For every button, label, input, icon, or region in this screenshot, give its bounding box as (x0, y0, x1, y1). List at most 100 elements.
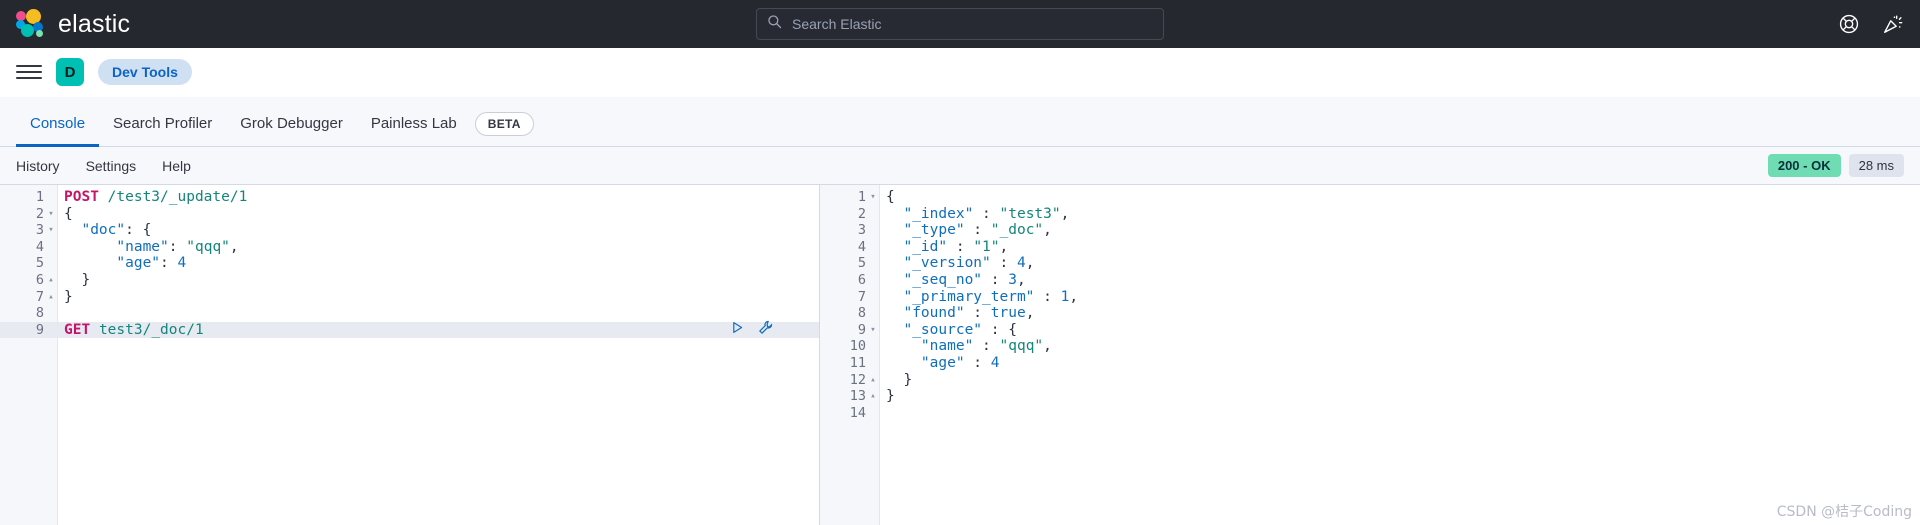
help-lifebuoy-icon[interactable] (1838, 13, 1860, 35)
console-toolbar: History Settings Help 200 - OK 28 ms (0, 147, 1920, 185)
fold-toggle-icon[interactable]: ▴ (44, 272, 58, 289)
line-number: 14 (849, 404, 866, 421)
code-text: "_source" : { (903, 321, 1017, 338)
code-line: 6 "_seq_no" : 3, (820, 272, 1920, 289)
code-text: "_id" : "1", (903, 238, 1009, 255)
code-text: } (64, 271, 91, 288)
request-editor-pane[interactable]: 1 POST /test3/_update/1 2 ▾ {3 ▾ "doc": {4 "n… (0, 185, 820, 525)
header-icon-group (1838, 13, 1904, 35)
tab-console[interactable]: Console (16, 115, 100, 147)
code-line: 3 ▾ "doc": { (0, 222, 819, 239)
history-link[interactable]: History (16, 158, 60, 174)
code-line: 6 ▴ } (0, 272, 819, 289)
tab-search-profiler[interactable]: Search Profiler (99, 115, 226, 146)
code-line: 7 "_primary_term" : 1, (820, 289, 1920, 306)
code-line: 13 ▴} (820, 388, 1920, 405)
code-text: } (886, 371, 913, 388)
line-number: 2 (857, 205, 866, 222)
code-text: } (886, 388, 895, 405)
help-link[interactable]: Help (162, 158, 191, 174)
line-number: 9 (35, 321, 44, 338)
line-number: 7 (857, 288, 866, 305)
code-line: 5 "_version" : 4, (820, 255, 1920, 272)
code-line: 8 (0, 305, 819, 322)
code-line: 11 "age" : 4 (820, 355, 1920, 372)
play-send-request-icon[interactable] (731, 321, 744, 339)
dev-tools-tab-bar: Console Search Profiler Grok Debugger Pa… (0, 97, 1920, 147)
line-number: 1 (857, 189, 866, 205)
code-line: 2 "_index" : "test3", (820, 206, 1920, 223)
line-number: 4 (35, 238, 44, 255)
response-viewer-pane[interactable]: 1 ▾{2 "_index" : "test3", 3 "_type" : "_do… (820, 185, 1920, 525)
response-code-area: 1 ▾{2 "_index" : "test3", 3 "_type" : "_do… (820, 185, 1920, 525)
request-code-area[interactable]: 1 POST /test3/_update/1 2 ▾ {3 ▾ "doc": {4 "n… (0, 185, 819, 525)
code-line: 5 "age": 4 (0, 255, 819, 272)
line-number: 5 (35, 255, 44, 272)
fold-toggle-icon[interactable]: ▾ (866, 189, 880, 206)
code-line: 8 "found" : true, (820, 305, 1920, 322)
wrench-settings-icon[interactable] (758, 320, 773, 340)
line-number: 4 (857, 238, 866, 255)
line-number: 3 (35, 222, 44, 239)
breadcrumb-dev-tools[interactable]: Dev Tools (98, 59, 192, 85)
beta-badge: BETA (474, 112, 534, 136)
code-text: "found" : true, (903, 305, 1035, 322)
tab-painless-lab[interactable]: Painless Lab (357, 115, 471, 146)
global-search[interactable]: Search Elastic (756, 8, 1164, 40)
code-text: "_version" : 4, (903, 255, 1035, 272)
breadcrumb-bar: D Dev Tools (0, 48, 1920, 97)
code-text: GET test3/_doc/1 (64, 321, 204, 338)
code-text: "_index" : "test3", (903, 205, 1070, 222)
line-number: 9 (857, 321, 866, 338)
code-text: { (886, 189, 895, 205)
code-line: 4 "name": "qqq", (0, 239, 819, 256)
code-text: POST /test3/_update/1 (64, 189, 248, 205)
fold-toggle-icon[interactable]: ▾ (44, 206, 58, 223)
search-input[interactable]: Search Elastic (792, 16, 881, 32)
code-line: 14 (820, 405, 1920, 422)
code-line: 12 ▴ } (820, 372, 1920, 389)
duration-badge: 28 ms (1848, 153, 1904, 178)
console-panes: 1 POST /test3/_update/1 2 ▾{3 ▾ "doc": {4 "n… (0, 185, 1920, 525)
elastic-logo-icon (16, 9, 46, 39)
code-line: 10 "name" : "qqq", (820, 338, 1920, 355)
watermark-text: CSDN @桔子Coding (1776, 504, 1912, 520)
line-number: 12 (849, 371, 866, 388)
code-text: "_seq_no" : 3, (903, 271, 1026, 288)
brand-area[interactable]: elastic (0, 9, 130, 39)
tab-grok-debugger[interactable]: Grok Debugger (226, 115, 357, 146)
fold-toggle-icon[interactable]: ▾ (44, 222, 58, 239)
code-text: "_primary_term" : 1, (903, 288, 1079, 305)
line-number: 1 (35, 189, 44, 205)
space-avatar[interactable]: D (56, 58, 84, 86)
fold-toggle-icon[interactable]: ▴ (44, 289, 58, 306)
code-line: 1 ▾ { (820, 189, 1920, 206)
fold-toggle-icon[interactable]: ▴ (866, 388, 880, 405)
line-number: 13 (849, 388, 866, 405)
code-line: 3 "_type" : "_doc", (820, 222, 1920, 239)
code-text: } (64, 288, 73, 305)
code-line: 4 "_id" : "1", (820, 239, 1920, 256)
code-line: 7 ▴} (0, 289, 819, 306)
response-status-group: 200 - OK 28 ms (1767, 153, 1904, 178)
fold-toggle-icon[interactable]: ▴ (866, 372, 880, 389)
code-line: 9 ▾ "_source" : { (820, 322, 1920, 339)
line-number: 8 (857, 305, 866, 322)
settings-link[interactable]: Settings (86, 158, 137, 174)
top-header-bar: elastic Search Elastic (0, 0, 1920, 48)
brand-name: elastic (58, 9, 131, 38)
code-text: "name": "qqq", (116, 238, 239, 255)
news-party-popper-icon[interactable] (1882, 13, 1904, 35)
hamburger-menu-icon[interactable] (16, 59, 42, 85)
fold-toggle-icon[interactable]: ▾ (866, 322, 880, 339)
line-number: 7 (35, 288, 44, 305)
code-text: "_type" : "_doc", (903, 222, 1052, 239)
line-number: 2 (35, 205, 44, 222)
code-text: "age" : 4 (920, 354, 1000, 371)
code-text: { (64, 205, 73, 222)
search-box[interactable]: Search Elastic (756, 8, 1164, 40)
code-text: "name" : "qqq", (920, 338, 1052, 355)
line-number: 3 (857, 222, 866, 239)
search-icon (767, 14, 782, 34)
line-number: 10 (849, 338, 866, 355)
